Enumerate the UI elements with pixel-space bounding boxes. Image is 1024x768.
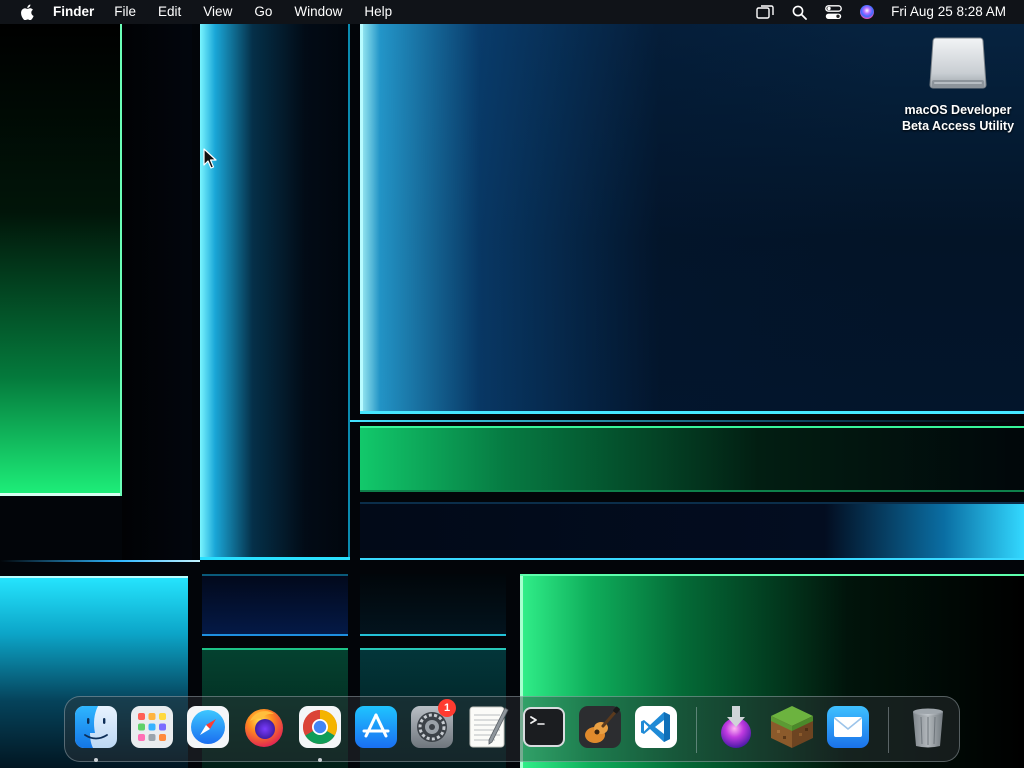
menu-view[interactable]: View (203, 0, 232, 24)
dock-item-launchpad[interactable] (129, 704, 175, 750)
apple-menu-button[interactable] (16, 0, 38, 24)
firefox-icon (245, 709, 283, 747)
dock-item-safari[interactable] (185, 704, 231, 750)
wallpaper-panel (0, 24, 122, 496)
installer-icon (721, 706, 751, 748)
textedit-icon (469, 706, 509, 748)
dock-item-vscode[interactable] (633, 704, 679, 750)
garageband-icon (579, 706, 621, 748)
desktop-icon-label-line: macOS Developer (904, 103, 1012, 117)
app-store-icon (355, 706, 397, 748)
desktop-icon-developer-beta-utility[interactable]: macOS Developer Beta Access Utility (896, 34, 1020, 134)
menu-bar-clock[interactable]: Fri Aug 25 8:28 AM (891, 0, 1006, 24)
finder-icon (75, 706, 117, 748)
dock-item-garageband[interactable] (577, 704, 623, 750)
control-center-button[interactable] (823, 2, 843, 22)
dock-separator (696, 707, 697, 753)
dock-item-finder[interactable] (73, 704, 119, 762)
siri-icon (860, 5, 875, 19)
dock-item-app-store[interactable] (353, 704, 399, 750)
dock-item-mail[interactable] (825, 704, 871, 750)
wallpaper-glow (350, 420, 1024, 422)
menu-window[interactable]: Window (294, 0, 342, 24)
wallpaper-panel (122, 24, 192, 560)
menu-bar: Finder File Edit View Go Window Help Fri… (0, 0, 1024, 24)
wallpaper-glow (0, 560, 200, 562)
dock-item-system-settings[interactable]: 1 (409, 699, 456, 750)
wallpaper-panel (360, 574, 506, 636)
spotlight-button[interactable] (789, 2, 809, 22)
menu-app-name-finder[interactable]: Finder (53, 0, 94, 24)
desktop-wallpaper (0, 0, 1024, 768)
chrome-icon (299, 706, 341, 748)
minecraft-icon (771, 706, 813, 748)
control-center-icon (824, 4, 842, 19)
running-indicator (318, 758, 322, 762)
screen-mirroring-button[interactable] (755, 2, 775, 22)
dock-item-firefox[interactable] (241, 704, 287, 750)
dock-item-trash[interactable] (905, 704, 951, 750)
menu-edit[interactable]: Edit (158, 0, 181, 24)
menu-bar-status: Fri Aug 25 8:28 AM (741, 0, 1006, 24)
apple-logo-icon (21, 4, 34, 20)
mouse-pointer-icon (203, 148, 217, 170)
dock-item-installer[interactable] (713, 704, 759, 750)
wallpaper-panel (202, 574, 348, 636)
running-indicator (94, 758, 98, 762)
dock-item-minecraft[interactable] (769, 704, 815, 750)
wallpaper-panel (360, 502, 1024, 560)
siri-button[interactable] (857, 2, 877, 22)
launchpad-icon (131, 706, 173, 748)
dock-separator (888, 707, 889, 753)
dock-item-textedit[interactable] (465, 704, 511, 750)
notification-badge: 1 (438, 699, 456, 717)
dock: 1 (64, 696, 960, 762)
dock-item-chrome[interactable] (297, 704, 343, 762)
external-drive-icon (928, 34, 988, 96)
safari-icon (187, 706, 229, 748)
wallpaper-panel (200, 24, 350, 560)
trash-icon (913, 708, 943, 748)
dock-item-terminal[interactable] (521, 704, 567, 750)
spotlight-search-icon (792, 5, 807, 20)
wallpaper-panel (360, 426, 1024, 492)
terminal-icon (523, 707, 565, 747)
menu-file[interactable]: File (114, 0, 136, 24)
menu-bar-left: Finder File Edit View Go Window Help (16, 0, 414, 24)
desktop-icon-label: macOS Developer Beta Access Utility (896, 102, 1020, 134)
mail-icon (827, 706, 869, 748)
vscode-icon (635, 706, 677, 748)
menu-go[interactable]: Go (254, 0, 272, 24)
menu-help[interactable]: Help (364, 0, 392, 24)
screen-mirroring-icon (756, 5, 774, 19)
desktop-icon-label-line: Beta Access Utility (901, 119, 1015, 133)
